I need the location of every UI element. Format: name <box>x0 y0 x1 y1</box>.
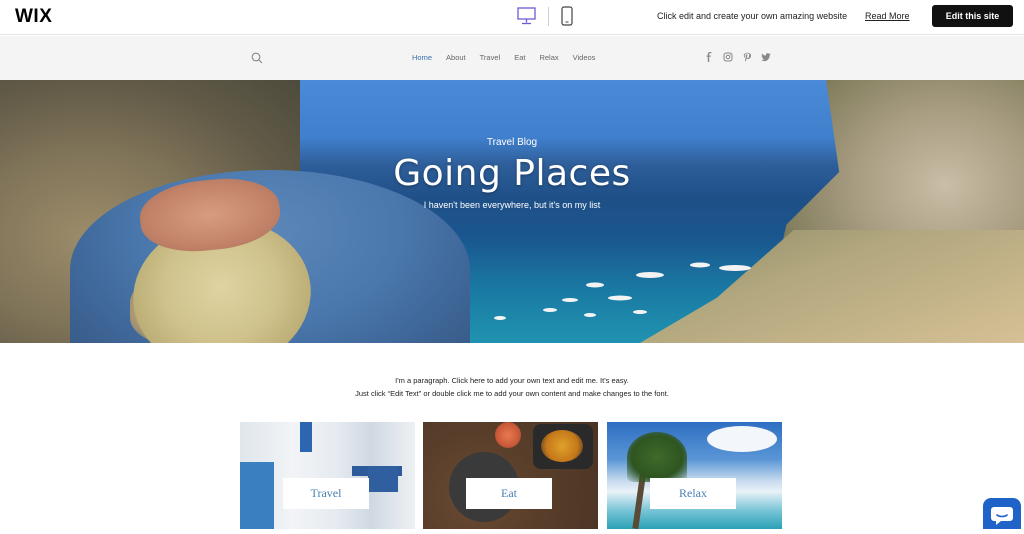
main-menu: Home About Travel Eat Relax Videos <box>412 53 609 62</box>
card-relax-palm-leaves <box>627 432 687 482</box>
card-relax-cloud <box>707 426 777 452</box>
pinterest-icon[interactable] <box>742 52 752 62</box>
site-header: Home About Travel Eat Relax Videos <box>0 36 1024 80</box>
card-eat-glass <box>495 422 521 448</box>
menu-item-about[interactable]: About <box>446 53 466 62</box>
card-travel-door <box>240 462 274 529</box>
facebook-icon[interactable] <box>704 52 714 62</box>
edit-this-site-button[interactable]: Edit this site <box>932 5 1013 27</box>
wix-top-bar: WIX Click edit and create your own amazi… <box>0 0 1024 35</box>
menu-item-relax[interactable]: Relax <box>539 53 558 62</box>
card-travel-window <box>368 466 398 492</box>
search-icon[interactable] <box>251 52 263 64</box>
card-travel-label[interactable]: Travel <box>283 478 369 509</box>
desktop-monitor-icon[interactable] <box>517 7 536 25</box>
twitter-icon[interactable] <box>761 52 771 62</box>
card-relax-label[interactable]: Relax <box>650 478 736 509</box>
hero-title: Going Places <box>393 153 631 194</box>
social-bar <box>704 52 771 62</box>
chat-widget-button[interactable] <box>983 498 1021 529</box>
menu-item-eat[interactable]: Eat <box>514 53 525 62</box>
wix-logo[interactable]: WIX <box>15 6 52 28</box>
card-eat-food <box>541 430 583 462</box>
menu-item-videos[interactable]: Videos <box>573 53 596 62</box>
mobile-phone-icon[interactable] <box>561 6 573 26</box>
hero-subtitle: Travel Blog <box>486 137 538 148</box>
menu-item-travel[interactable]: Travel <box>480 53 501 62</box>
intro-line-2: Just click “Edit Text” or double click m… <box>355 389 669 398</box>
card-travel-shutter <box>300 422 312 452</box>
card-travel[interactable]: Travel <box>240 422 415 529</box>
read-more-link[interactable]: Read More <box>865 11 910 21</box>
card-eat[interactable]: Eat <box>423 422 598 529</box>
hero-banner: Travel Blog Going Places I haven't been … <box>0 80 1024 343</box>
instagram-icon[interactable] <box>723 52 733 62</box>
hero-boats <box>494 262 751 320</box>
menu-item-home[interactable]: Home <box>412 53 432 62</box>
intro-line-1: I'm a paragraph. Click here to add your … <box>395 376 629 385</box>
wix-promo-message: Click edit and create your own amazing w… <box>657 11 848 21</box>
card-relax[interactable]: Relax <box>607 422 782 529</box>
intro-paragraph[interactable]: I'm a paragraph. Click here to add your … <box>0 374 1024 400</box>
chat-bubble-icon <box>991 507 1013 525</box>
card-eat-image <box>423 422 598 529</box>
card-travel-image <box>240 422 415 529</box>
hero-tagline: I haven't been everywhere, but it's on m… <box>423 200 601 210</box>
device-separator <box>548 7 549 26</box>
card-relax-image <box>607 422 782 529</box>
card-eat-label[interactable]: Eat <box>466 478 552 509</box>
